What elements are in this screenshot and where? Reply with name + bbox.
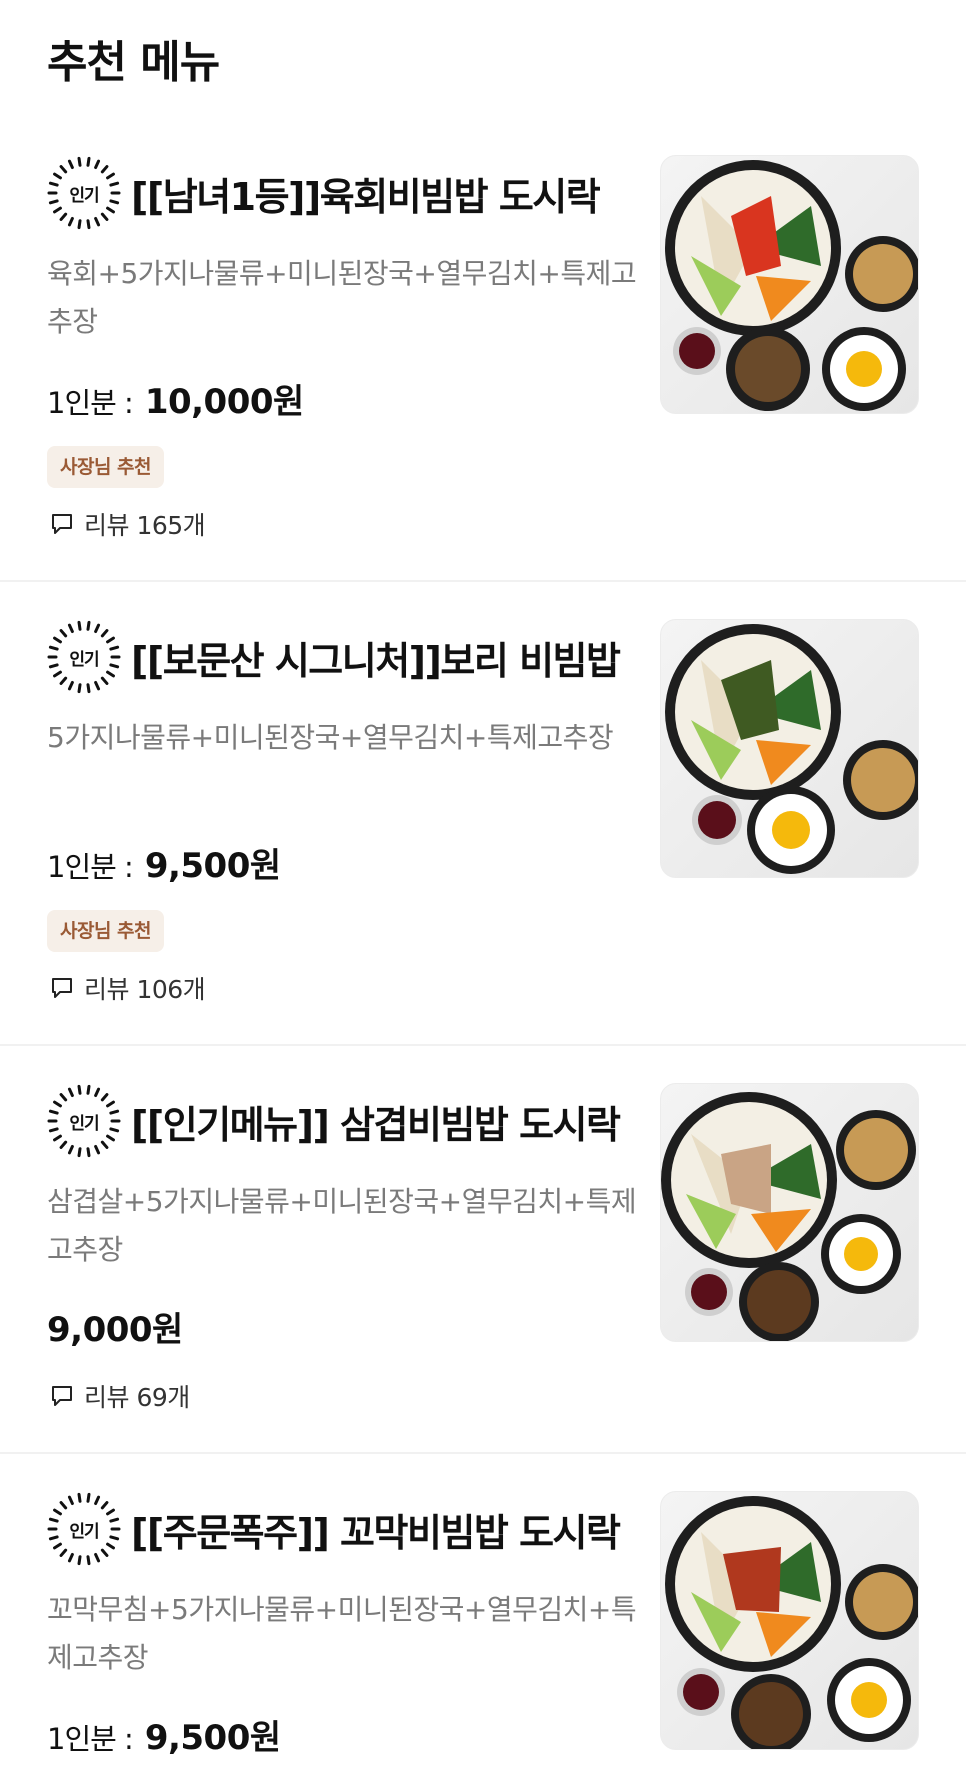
- speech-bubble-icon: [52, 978, 72, 998]
- review-count[interactable]: 리뷰 165개: [50, 506, 206, 542]
- review-count-label: 리뷰 106개: [84, 975, 206, 1004]
- popular-badge-label: 인기: [69, 1521, 99, 1542]
- menu-item-name-row: 인기 [[인기메뉴]] 삼겹비빔밥 도시락: [47, 1084, 621, 1158]
- menu-item-photo[interactable]: [660, 619, 919, 878]
- menu-item-photo[interactable]: [660, 155, 919, 414]
- menu-item-name-row: 인기 [[주문폭주]] 꼬막비빔밥 도시락: [47, 1492, 621, 1566]
- menu-item-name-row: 인기 [[남녀1등]]육회비빔밥 도시락: [47, 156, 601, 230]
- speech-bubble-icon: [52, 514, 72, 534]
- popular-badge-label: 인기: [69, 649, 99, 670]
- menu-item-name: [[남녀1등]]육회비빔밥 도시락: [131, 174, 601, 219]
- review-count[interactable]: 리뷰 69개: [50, 1378, 190, 1414]
- popular-badge: 인기: [47, 1492, 121, 1566]
- bibimbap-photo-icon: [661, 1092, 916, 1341]
- bibimbap-photo-icon: [665, 1496, 918, 1749]
- menu-item-description: 꼬막무침+5가지나물류+미니된장국+열무김치+특제고추장: [47, 1593, 637, 1674]
- review-count-label: 리뷰 69개: [84, 1383, 190, 1412]
- price-unit-label: 1인분 :: [47, 850, 134, 884]
- speech-bubble-icon: [52, 1386, 72, 1406]
- owner-pick-tag: 사장님 추천: [47, 446, 165, 488]
- menu-item-price: 9,000원: [47, 1310, 183, 1350]
- item-divider: [0, 1452, 966, 1454]
- menu-item-price: 9,500원: [144, 846, 281, 886]
- menu-item-name: [[인기메뉴]] 삼겹비빔밥 도시락: [131, 1102, 621, 1147]
- menu-item-price-row: 1인분 : 9,500원: [47, 838, 281, 887]
- menu-item-price-row: 1인분 : 9,500원: [47, 1710, 281, 1759]
- menu-item-name: [[보문산 시그니처]]보리 비빔밥: [131, 638, 621, 683]
- owner-pick-tag: 사장님 추천: [47, 910, 165, 952]
- menu-item-price: 10,000원: [144, 382, 304, 422]
- popular-badge-label: 인기: [69, 1113, 99, 1134]
- menu-item-description: 삼겹살+5가지나물류+미니된장국+열무김치+특제고추장: [47, 1185, 637, 1266]
- price-unit-label: 1인분 :: [47, 386, 134, 420]
- menu-item-photo[interactable]: [660, 1491, 919, 1750]
- menu-item-photo[interactable]: [660, 1083, 919, 1342]
- popular-badge: 인기: [47, 156, 121, 230]
- menu-item-price-row: 1인분 : 10,000원: [47, 374, 304, 423]
- section-title: 추천 메뉴: [47, 37, 220, 88]
- item-divider: [0, 580, 966, 582]
- popular-badge: 인기: [47, 620, 121, 694]
- menu-item-name: [[주문폭주]] 꼬막비빔밥 도시락: [131, 1510, 621, 1555]
- popular-badge-label: 인기: [69, 185, 99, 206]
- recommended-menu-page: 추천 메뉴 인기 [[남녀1등]]육회비빔밥 도시락 육회+5가지나물류+미니된…: [0, 0, 966, 1770]
- bibimbap-photo-icon: [665, 160, 918, 411]
- item-divider: [0, 1044, 966, 1046]
- review-count-label: 리뷰 165개: [84, 511, 206, 540]
- menu-item-price-row: 9,000원: [47, 1302, 183, 1351]
- menu-item-name-row: 인기 [[보문산 시그니처]]보리 비빔밥: [47, 620, 621, 694]
- menu-item-description: 육회+5가지나물류+미니된장국+열무김치+특제고추장: [47, 257, 637, 338]
- price-unit-label: 1인분 :: [47, 1722, 134, 1756]
- menu-item-description: 5가지나물류+미니된장국+열무김치+특제고추장: [47, 721, 614, 754]
- review-count[interactable]: 리뷰 106개: [50, 970, 206, 1006]
- menu-item-price: 9,500원: [144, 1718, 281, 1758]
- bibimbap-photo-icon: [665, 624, 918, 874]
- popular-badge: 인기: [47, 1084, 121, 1158]
